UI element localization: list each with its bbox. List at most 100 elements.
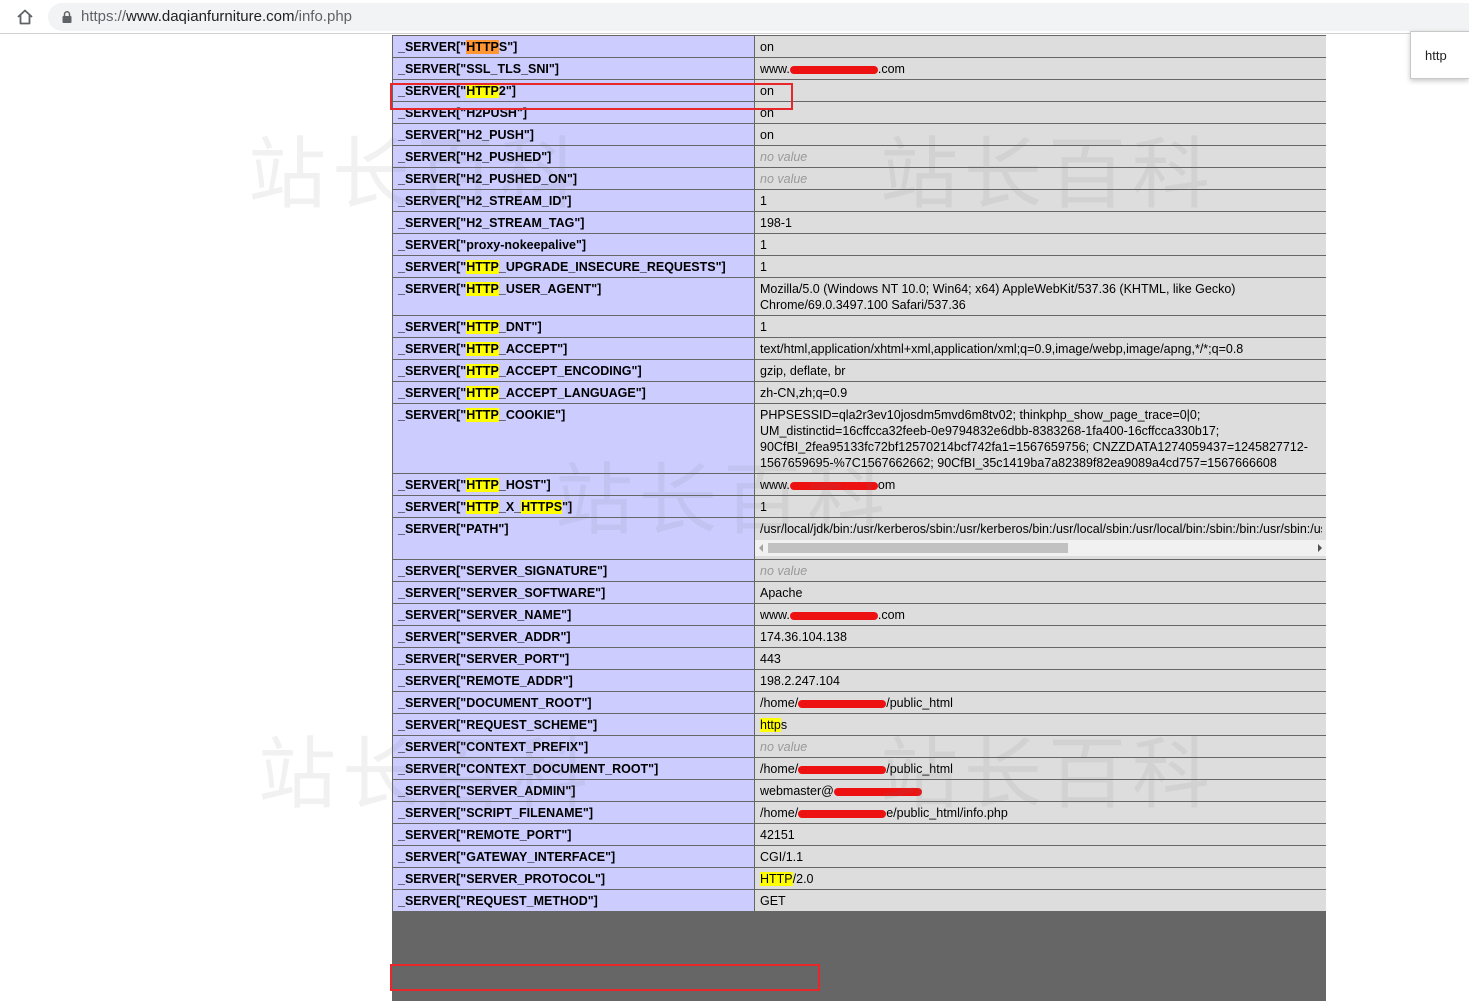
- variable-name: _SERVER["SERVER_ADMIN"]: [392, 779, 755, 802]
- variable-value-text: no value: [760, 172, 808, 186]
- variable-name-prefix: _SERVER[": [398, 500, 467, 514]
- variable-name-suffix: _ACCEPT"]: [498, 342, 568, 356]
- variable-name-suffix: "]: [507, 40, 518, 54]
- variable-name: _SERVER["H2_PUSHED_ON"]: [392, 167, 755, 190]
- variable-value: 174.36.104.138: [754, 625, 1326, 648]
- table-row: _SERVER["HTTP_DNT"] 1: [392, 315, 1326, 338]
- table-row: _SERVER["SERVER_PORT"] 443: [392, 647, 1326, 670]
- variable-value-suffix: .com: [877, 608, 905, 622]
- url-text[interactable]: https://www.daqianfurniture.com/info.php: [81, 8, 352, 25]
- scroll-left-arrow-icon[interactable]: [759, 544, 763, 552]
- variable-name-prefix: _SERVER[": [398, 320, 467, 334]
- variable-value: Apache: [754, 581, 1326, 604]
- address-bar[interactable]: https://www.daqianfurniture.com/info.php: [48, 3, 1469, 31]
- table-row: _SERVER["SERVER_ADDR"] 174.36.104.138: [392, 625, 1326, 648]
- variable-value-text: on: [760, 106, 774, 120]
- variable-value-text: on: [760, 40, 774, 54]
- variable-value-prefix: www.: [760, 608, 790, 622]
- variable-name-suffix: _DNT"]: [498, 320, 542, 334]
- variable-value-text: Mozilla/5.0 (Windows NT 10.0; Win64; x64…: [760, 282, 1236, 312]
- horizontal-scrollbar[interactable]: [755, 540, 1326, 556]
- variable-name: _SERVER["REQUEST_METHOD"]: [392, 889, 755, 912]
- variable-name-text: _SERVER["H2_STREAM_ID"]: [398, 194, 572, 208]
- variable-name-text: _SERVER["H2PUSH"]: [398, 106, 528, 120]
- find-input[interactable]: [1425, 46, 1465, 64]
- search-match-highlight: HTTP: [466, 260, 499, 274]
- variable-value-prefix: /home/: [760, 806, 799, 820]
- scrollbar-thumb[interactable]: [768, 543, 1068, 553]
- variable-name-text: _SERVER["SCRIPT_FILENAME"]: [398, 806, 593, 820]
- variable-name-text: _SERVER["GATEWAY_INTERFACE"]: [398, 850, 616, 864]
- variable-name-suffix: 2"]: [498, 84, 516, 98]
- table-row: _SERVER["SERVER_SOFTWARE"] Apache: [392, 581, 1326, 604]
- table-row: _SERVER["REMOTE_ADDR"] 198.2.247.104: [392, 669, 1326, 692]
- variable-value: on: [754, 123, 1326, 146]
- table-row: _SERVER["CONTEXT_PREFIX"] no value: [392, 735, 1326, 758]
- variable-value: webmaster@: [754, 779, 1326, 802]
- variable-value: 1: [754, 189, 1326, 212]
- variable-name: _SERVER["H2_STREAM_ID"]: [392, 189, 755, 212]
- search-match-highlight: http: [760, 718, 781, 732]
- variable-name-text: _SERVER["CONTEXT_PREFIX"]: [398, 740, 589, 754]
- url-domain: www.daqianfurniture.com: [126, 8, 295, 25]
- variable-value-text: 1: [760, 194, 767, 208]
- variable-name: _SERVER["CONTEXT_PREFIX"]: [392, 735, 755, 758]
- lock-icon[interactable]: [60, 10, 74, 24]
- variable-name-text: _SERVER["SERVER_PROTOCOL"]: [398, 872, 606, 886]
- search-match-highlight: HTTP: [466, 364, 499, 378]
- variable-value: 1: [754, 495, 1326, 518]
- variable-name-prefix: _SERVER[": [398, 40, 467, 54]
- variable-name-prefix: _SERVER[": [398, 386, 467, 400]
- variable-name: _SERVER["HTTPS"]: [392, 35, 755, 58]
- variable-value: 42151: [754, 823, 1326, 846]
- variable-value-text: no value: [760, 740, 808, 754]
- variable-value-suffix: .com: [877, 62, 905, 76]
- variable-name-suffix: _ACCEPT_ENCODING"]: [498, 364, 642, 378]
- table-row: _SERVER["REQUEST_SCHEME"] https: [392, 713, 1326, 736]
- table-row: _SERVER["SERVER_SIGNATURE"] no value: [392, 559, 1326, 582]
- variable-value-text: 443: [760, 652, 781, 666]
- variable-name: _SERVER["HTTP_ACCEPT_LANGUAGE"]: [392, 381, 755, 404]
- table-row: _SERVER["HTTP_HOST"] www. om: [392, 473, 1326, 496]
- variable-name-text: _SERVER["SERVER_SIGNATURE"]: [398, 564, 608, 578]
- variable-name-prefix: _SERVER[": [398, 364, 467, 378]
- variable-value-text: 198.2.247.104: [760, 674, 840, 688]
- variable-value-suffix: /2.0: [792, 872, 814, 886]
- variable-value-text: 1: [760, 320, 767, 334]
- variable-name-prefix: _SERVER[": [398, 282, 467, 296]
- variable-value-prefix: www.: [760, 62, 790, 76]
- variable-name-text: _SERVER["REQUEST_SCHEME"]: [398, 718, 598, 732]
- redaction-mark: [789, 481, 878, 490]
- redaction-mark: [833, 787, 922, 796]
- variable-value-text: no value: [760, 150, 808, 164]
- variable-name-prefix: _SERVER[": [398, 478, 467, 492]
- table-row: _SERVER["CONTEXT_DOCUMENT_ROOT"] /home/ /p…: [392, 757, 1326, 780]
- variable-value: 1: [754, 315, 1326, 338]
- variable-value: www. .com: [754, 603, 1326, 626]
- variable-value-text: Apache: [760, 586, 803, 600]
- phpinfo-server-table: _SERVER["HTTPS"] on _SERVER["SSL_TLS_SNI"]…: [392, 35, 1326, 1001]
- variable-name-prefix: _SERVER[": [398, 260, 467, 274]
- variable-value-suffix: e/public_html/info.php: [886, 806, 1008, 820]
- variable-name: _SERVER["H2_PUSHED"]: [392, 145, 755, 168]
- table-row: _SERVER["REMOTE_PORT"] 42151: [392, 823, 1326, 846]
- table-row: _SERVER["SERVER_ADMIN"] webmaster@: [392, 779, 1326, 802]
- variable-value-text: 1: [760, 260, 767, 274]
- variable-name-prefix: _SERVER[": [398, 408, 467, 422]
- variable-name-text: _SERVER["H2_PUSHED"]: [398, 150, 552, 164]
- scroll-right-arrow-icon[interactable]: [1318, 544, 1322, 552]
- redaction-mark: [798, 765, 887, 774]
- home-icon[interactable]: [14, 6, 36, 28]
- variable-name-suffix: _COOKIE"]: [498, 408, 566, 422]
- search-match-highlight: HTTP: [466, 282, 499, 296]
- variable-value: 198.2.247.104: [754, 669, 1326, 692]
- find-bar: [1410, 31, 1469, 79]
- variable-value-suffix: s: [780, 718, 788, 732]
- table-row: _SERVER["H2_PUSHED"] no value: [392, 145, 1326, 168]
- variable-value-text: on: [760, 84, 774, 98]
- variable-name-text: _SERVER["SSL_TLS_SNI"]: [398, 62, 559, 76]
- url-path: /info.php: [294, 8, 352, 25]
- url-scheme: https://: [81, 8, 127, 25]
- variable-value-text: 1: [760, 238, 767, 252]
- redaction-mark: [798, 699, 887, 708]
